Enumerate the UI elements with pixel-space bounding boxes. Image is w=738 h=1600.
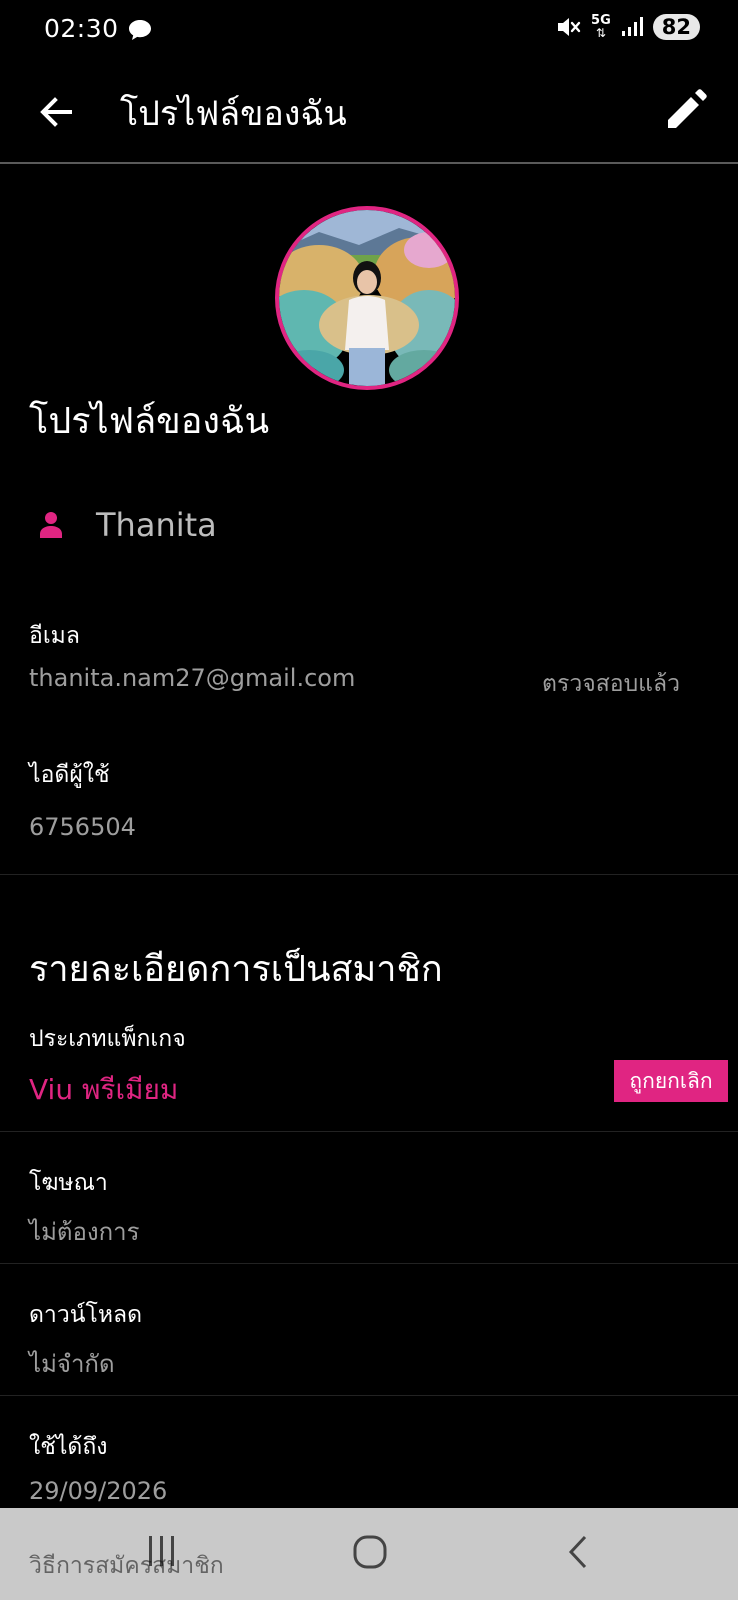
battery-icon: 82 (652, 14, 700, 40)
divider (0, 1131, 738, 1132)
mute-icon (558, 18, 581, 36)
download-label: ดาวน์โหลด (29, 1302, 143, 1328)
membership-heading: รายละเอียดการเป็นสมาชิก (29, 949, 443, 990)
user-id-label: ไอดีผู้ใช้ (29, 762, 110, 788)
package-status-badge: ถูกยกเลิก (614, 1060, 728, 1102)
data-arrows-icon: ⇅ (595, 26, 606, 40)
avatar-photo (279, 210, 455, 386)
package-label: ประเภทแพ็กเกจ (29, 1026, 186, 1052)
status-time: 02:30 (44, 14, 119, 43)
person-icon (40, 512, 62, 538)
page-title: โปรไฟล์ของฉัน (120, 94, 347, 134)
package-value: Viu พรีเมียม (29, 1073, 179, 1106)
signal-icon (621, 17, 643, 36)
username-row: Thanita (36, 500, 217, 550)
divider (0, 1263, 738, 1264)
email-label: อีเมล (29, 623, 80, 649)
email-value: thanita.nam27@gmail.com (29, 664, 356, 692)
profile-heading: โปรไฟล์ของฉัน (29, 401, 270, 442)
back-icon[interactable] (566, 1534, 590, 1570)
download-value: ไม่จำกัด (29, 1350, 115, 1378)
email-verified-status: ตรวจสอบแล้ว (542, 671, 680, 697)
ads-value: ไม่ต้องการ (29, 1218, 140, 1246)
home-icon[interactable] (352, 1534, 388, 1570)
divider (0, 1395, 738, 1396)
username: Thanita (96, 506, 217, 544)
status-bar: 02:30 5G ⇅ 82 (0, 0, 738, 62)
ads-label: โฆษณา (29, 1170, 108, 1196)
chat-bubble-icon (129, 20, 151, 40)
valid-until-value: 29/09/2026 (29, 1477, 168, 1505)
signup-method-label: วิธีการสมัครสมาชิก (29, 1553, 224, 1579)
back-arrow-icon[interactable] (34, 90, 78, 134)
valid-until-label: ใช้ได้ถึง (29, 1434, 108, 1460)
network-5g-icon: 5G ⇅ (591, 14, 611, 40)
user-id-value: 6756504 (29, 813, 136, 841)
status-icons: 5G ⇅ 82 (555, 14, 700, 40)
avatar[interactable] (275, 206, 459, 390)
edit-pencil-icon[interactable] (662, 88, 708, 134)
divider (0, 874, 738, 875)
app-bar: โปรไฟล์ของฉัน (0, 62, 738, 164)
